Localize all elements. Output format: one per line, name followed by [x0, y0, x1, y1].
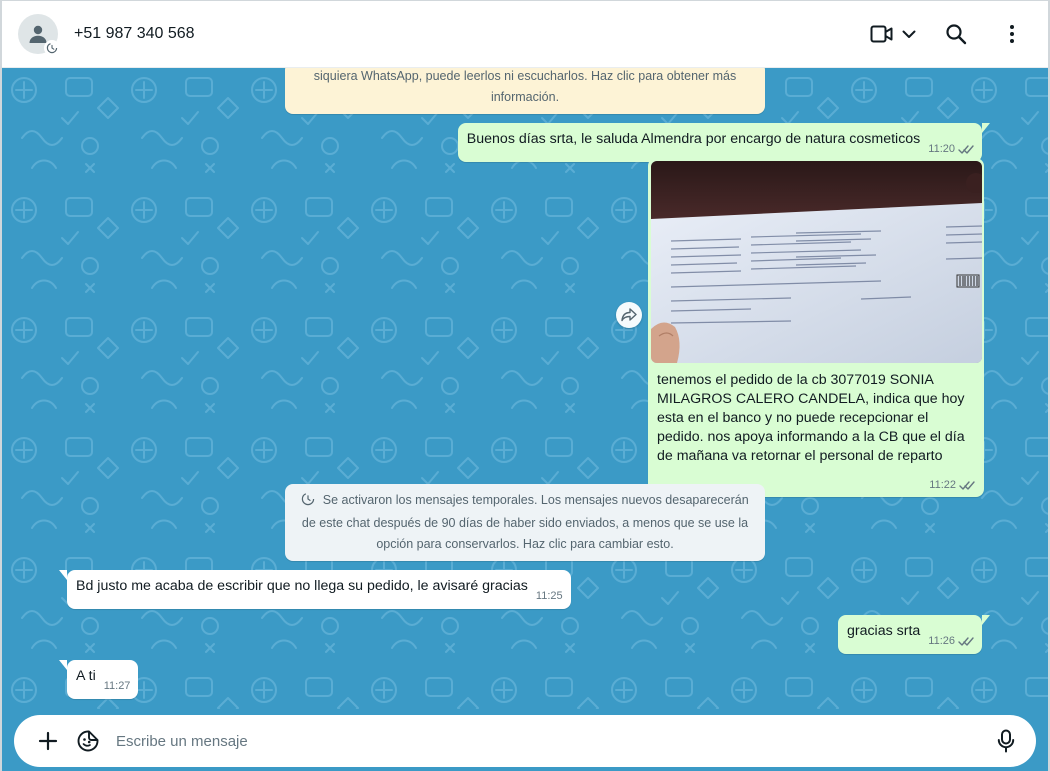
encryption-notice-text: siquiera WhatsApp, puede leerlos ni escu…: [313, 69, 737, 104]
message-bubble-outgoing-image[interactable]: tenemos el pedido de la cb 3077019 SONIA…: [648, 158, 984, 497]
message-text: A ti: [76, 668, 96, 684]
messages-container: siquiera WhatsApp, puede leerlos ni escu…: [2, 68, 1048, 709]
disappearing-messages-notice[interactable]: Se activaron los mensajes temporales. Lo…: [285, 484, 765, 561]
search-icon: [946, 24, 967, 45]
forward-button[interactable]: [616, 302, 642, 328]
microphone-icon: [997, 729, 1015, 753]
video-call-button[interactable]: [868, 14, 920, 54]
double-check-icon: [958, 144, 974, 155]
message-time: 11:26: [928, 635, 955, 647]
double-check-icon: [959, 480, 975, 491]
message-text: gracias srta: [846, 623, 921, 639]
attach-button[interactable]: [30, 723, 66, 759]
double-check-icon: [958, 636, 974, 647]
message-time: 11:22: [929, 479, 956, 491]
more-vertical-icon: [1010, 25, 1014, 43]
document-photo: [651, 161, 982, 363]
message-meta: 11:22: [929, 476, 975, 495]
message-list[interactable]: siquiera WhatsApp, puede leerlos ni escu…: [2, 68, 1048, 709]
message-meta: 11:20: [928, 140, 974, 159]
disappearing-notice-text: Se activaron los mensajes temporales. Lo…: [301, 493, 749, 551]
message-bubble-incoming[interactable]: A ti 11:27: [58, 660, 139, 699]
message-time: 11:25: [535, 590, 563, 602]
video-camera-icon: [870, 25, 893, 43]
message-meta: 11:25: [536, 587, 563, 606]
sticker-button[interactable]: [70, 723, 106, 759]
timer-icon: [301, 492, 315, 513]
timer-badge-icon: [44, 40, 60, 56]
message-text: Bd justo me acaba de escribir que no lle…: [76, 578, 528, 594]
message-bubble-outgoing[interactable]: Buenos días srta, le saluda Almendra por…: [457, 123, 991, 162]
composer: [2, 709, 1048, 771]
chevron-down-icon: [902, 30, 916, 38]
image-caption-container: tenemos el pedido de la cb 3077019 SONIA…: [651, 363, 981, 491]
message-bubble-incoming[interactable]: Bd justo me acaba de escribir que no lle…: [59, 570, 571, 609]
message-input[interactable]: [114, 731, 988, 751]
message-bubble-outgoing[interactable]: gracias srta 11:26: [837, 615, 991, 654]
header-actions: [852, 14, 1032, 54]
message-meta: 11:26: [928, 632, 974, 651]
search-button[interactable]: [936, 14, 976, 54]
forward-icon: [621, 308, 637, 322]
message-time: 11:27: [103, 680, 131, 692]
message-image[interactable]: [651, 161, 982, 363]
message-text: Buenos días srta, le saluda Almendra por…: [466, 131, 921, 147]
voice-message-button[interactable]: [988, 723, 1024, 759]
composer-box: [14, 715, 1036, 767]
image-caption: tenemos el pedido de la cb 3077019 SONIA…: [657, 372, 965, 464]
plus-icon: [38, 731, 58, 751]
encryption-notice[interactable]: siquiera WhatsApp, puede leerlos ni escu…: [285, 68, 765, 114]
contact-name[interactable]: +51 987 340 568: [74, 25, 195, 43]
message-meta: 11:27: [104, 677, 131, 696]
chat-header: +51 987 340 568: [2, 1, 1048, 68]
menu-button[interactable]: [992, 14, 1032, 54]
sticker-icon: [77, 730, 99, 752]
contact-avatar[interactable]: [18, 14, 60, 56]
message-time: 11:20: [928, 143, 955, 155]
chat-window: +51 987 340 568 siquiera WhatsApp, puede…: [0, 0, 1050, 771]
